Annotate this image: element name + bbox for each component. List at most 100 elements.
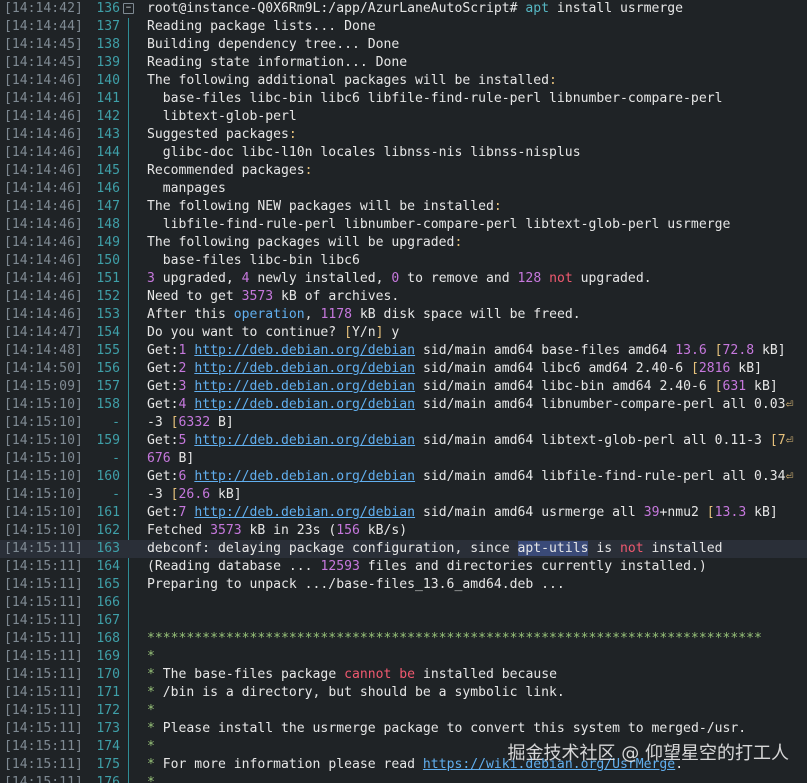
line-number: 141 [96, 91, 120, 106]
terminal-line: [14:15:11] 165 Preparing to unpack .../bas… [0, 576, 807, 594]
text-segment: ⏎ [785, 397, 794, 412]
line-number: 139 [96, 55, 120, 70]
text-segment: : [549, 73, 557, 88]
terminal-line: [14:14:46] 141 base-files libc-bin libc6 … [0, 90, 807, 108]
text-segment: be [399, 667, 416, 682]
terminal-line: [14:15:11] 163 debconf: delaying package c… [0, 540, 807, 558]
line-number: 174 [96, 739, 120, 754]
text-segment: B] [210, 415, 234, 430]
line-text: After this operation, 1178 kB disk space… [147, 306, 807, 324]
line-text: Get:1 http://deb.debian.org/debian sid/m… [147, 342, 807, 360]
text-segment: not [549, 271, 573, 286]
text-segment: Y/n [351, 325, 376, 340]
timestamp: [14:15:11] [4, 775, 83, 783]
line-number: 147 [96, 199, 120, 214]
url-link[interactable]: http://deb.debian.org/debian [194, 361, 415, 376]
terminal-line: [14:14:42] 136− root@instance-Q0X6Rm9L:/ap… [0, 0, 807, 18]
terminal-line: [14:14:44] 137 Reading package lists... Do… [0, 18, 807, 36]
text-segment: Suggested packages [147, 127, 289, 142]
text-segment: 156 [336, 523, 360, 538]
text-segment [541, 271, 549, 286]
text-segment: libfile-find-rule-perl libnumber-compare… [147, 217, 731, 232]
terminal-line: [14:15:11] 170 * The base-files package ca… [0, 666, 807, 684]
terminal-line: [14:14:45] 138 Building dependency tree...… [0, 36, 807, 54]
text-segment: 6332 [178, 415, 211, 430]
timestamp: [14:14:48] [4, 343, 83, 358]
timestamp: [14:15:09] [4, 379, 83, 394]
terminal-line: [14:14:46] 147 The following NEW packages … [0, 198, 807, 216]
timestamp: [14:14:44] [4, 19, 83, 34]
terminal-line: [14:15:11] 172 * [0, 702, 807, 720]
line-text: Recommended packages: [147, 162, 807, 180]
terminal-line: [14:15:10] 161 Get:7 http://deb.debian.org… [0, 504, 807, 522]
terminal-line: [14:15:11] 169 * [0, 648, 807, 666]
timestamp: [14:14:46] [4, 253, 83, 268]
url-link[interactable]: http://deb.debian.org/debian [194, 433, 415, 448]
text-segment: to remove and [399, 271, 518, 286]
text-segment: kB] [730, 361, 762, 376]
line-number: 136 [96, 1, 120, 16]
line-text: Fetched 3573 kB in 23s (156 kB/s) [147, 522, 807, 540]
line-number: 163 [96, 541, 120, 556]
timestamp: [14:15:11] [4, 739, 83, 754]
line-text: Preparing to unpack .../base-files_13.6_… [147, 576, 807, 594]
text-segment: (Reading database ... [147, 559, 321, 574]
terminal-line: [14:15:10] 158 Get:4 http://deb.debian.org… [0, 396, 807, 414]
timestamp: [14:14:46] [4, 91, 83, 106]
text-segment: , [304, 307, 321, 322]
url-link[interactable]: http://deb.debian.org/debian [194, 343, 415, 358]
line-number: 164 [96, 559, 120, 574]
timestamp: [14:14:46] [4, 163, 83, 178]
terminal-line: [14:14:50] 156 Get:2 http://deb.debian.org… [0, 360, 807, 378]
text-segment: * [147, 703, 155, 718]
line-text: base-files libc-bin libc6 [147, 252, 807, 270]
terminal-line: [14:15:10] - -3 [26.6 kB] [0, 486, 807, 504]
line-text: libtext-glob-perl [147, 108, 807, 126]
line-number: 145 [96, 163, 120, 178]
fold-toggle-icon[interactable]: − [123, 3, 134, 14]
url-link[interactable]: http://deb.debian.org/debian [194, 397, 415, 412]
timestamp: [14:15:10] [4, 523, 83, 538]
text-segment: 13.3 [714, 505, 747, 520]
url-link[interactable]: http://deb.debian.org/debian [194, 505, 415, 520]
timestamp: [14:15:11] [4, 577, 83, 592]
terminal-line: [14:15:11] 167 [0, 612, 807, 630]
text-segment: For more information please read [154, 757, 423, 772]
url-link[interactable]: http://deb.debian.org/debian [194, 379, 415, 394]
line-text: 3 upgraded, 4 newly installed, 0 to remo… [147, 270, 807, 288]
text-segment [707, 343, 715, 358]
line-number: 150 [96, 253, 120, 268]
text-segment: The following additional packages will b… [147, 73, 550, 88]
terminal-window[interactable]: [14:14:42] 136− root@instance-Q0X6Rm9L:/ap… [0, 0, 807, 783]
line-number: 148 [96, 217, 120, 232]
text-segment: * [147, 775, 155, 783]
text-segment: Fetched [147, 523, 211, 538]
line-text: Get:3 http://deb.debian.org/debian sid/m… [147, 378, 807, 396]
timestamp: [14:14:46] [4, 199, 83, 214]
timestamp: [14:14:45] [4, 55, 83, 70]
line-text: -3 [6332 B] [147, 414, 807, 432]
url-link[interactable]: http://deb.debian.org/debian [194, 469, 415, 484]
line-text: debconf: delaying package configuration,… [147, 540, 807, 558]
line-number: 170 [96, 667, 120, 682]
line-number: - [112, 451, 120, 466]
text-segment: Reading package lists... Done [147, 19, 376, 34]
text-segment: install usrmerge [549, 1, 684, 16]
line-number: 172 [96, 703, 120, 718]
terminal-line: [14:14:45] 139 Reading state information..… [0, 54, 807, 72]
terminal-line: [14:14:46] 149 The following packages will… [0, 234, 807, 252]
text-segment: debconf: delaying package configuration,… [147, 541, 518, 556]
line-text: Get:6 http://deb.debian.org/debian sid/m… [147, 468, 807, 486]
terminal-line: [14:14:46] 151 3 upgraded, 4 newly install… [0, 270, 807, 288]
timestamp: [14:15:11] [4, 721, 83, 736]
line-text: -3 [26.6 kB] [147, 486, 807, 504]
terminal-line: [14:15:11] 171 * /bin is a directory, but … [0, 684, 807, 702]
line-text: Do you want to continue? [Y/n] y [147, 324, 807, 342]
line-text: * [147, 702, 807, 720]
text-segment: After this [147, 307, 234, 322]
text-segment: [ [344, 325, 352, 340]
timestamp: [14:14:50] [4, 361, 83, 376]
line-text: * [147, 774, 807, 783]
text-segment: 3573 [241, 289, 274, 304]
text-segment: upgraded, [154, 271, 242, 286]
